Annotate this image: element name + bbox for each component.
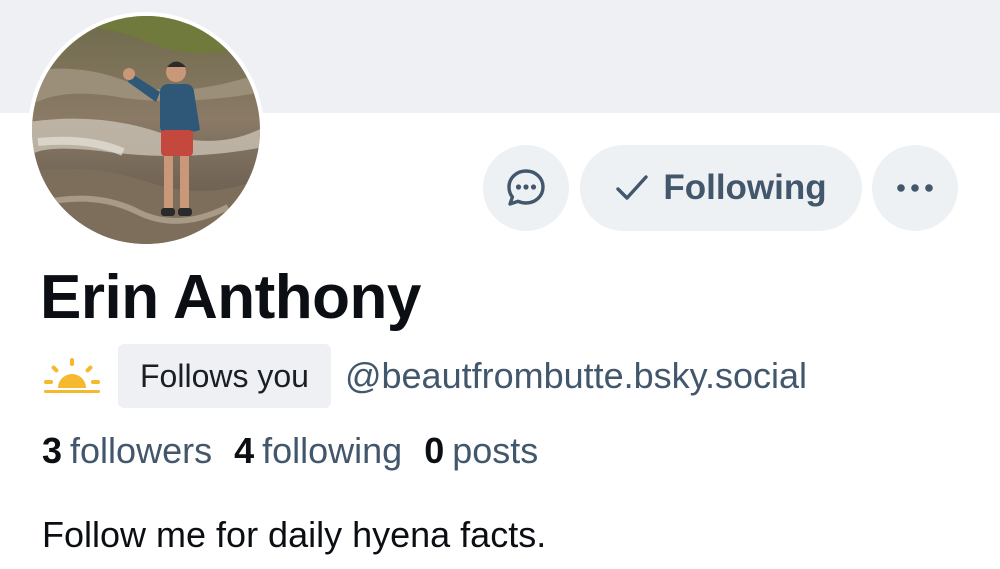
profile-stats: 3 followers 4 following 0 posts xyxy=(42,430,560,472)
chat-bubble-icon xyxy=(507,169,545,206)
more-options-button[interactable] xyxy=(872,145,958,231)
posts-stat: 0 posts xyxy=(424,430,538,472)
posts-label: posts xyxy=(452,430,539,471)
ellipsis-icon xyxy=(897,184,933,192)
followers-label: followers xyxy=(70,430,213,471)
following-button-label: Following xyxy=(663,168,827,207)
following-button[interactable]: Following xyxy=(580,145,862,231)
checkmark-icon xyxy=(616,175,649,200)
following-count: 4 xyxy=(234,430,255,471)
profile-handle[interactable]: @beautfrombutte.bsky.social xyxy=(345,355,807,397)
profile-bio: Follow me for daily hyena facts. xyxy=(42,514,547,555)
posts-count: 0 xyxy=(424,430,445,471)
display-name: Erin Anthony xyxy=(40,263,421,332)
avatar[interactable] xyxy=(28,12,264,248)
avatar-photo xyxy=(32,16,260,244)
follows-you-badge: Follows you xyxy=(118,344,331,408)
following-label: following xyxy=(262,430,403,471)
followers-stat[interactable]: 3 followers xyxy=(42,430,212,472)
following-stat[interactable]: 4 following xyxy=(234,430,402,472)
sun-icon xyxy=(44,358,100,393)
identity-row: Follows you @beautfrombutte.bsky.social xyxy=(44,344,807,408)
followers-count: 3 xyxy=(42,430,63,471)
message-button[interactable] xyxy=(483,145,569,231)
